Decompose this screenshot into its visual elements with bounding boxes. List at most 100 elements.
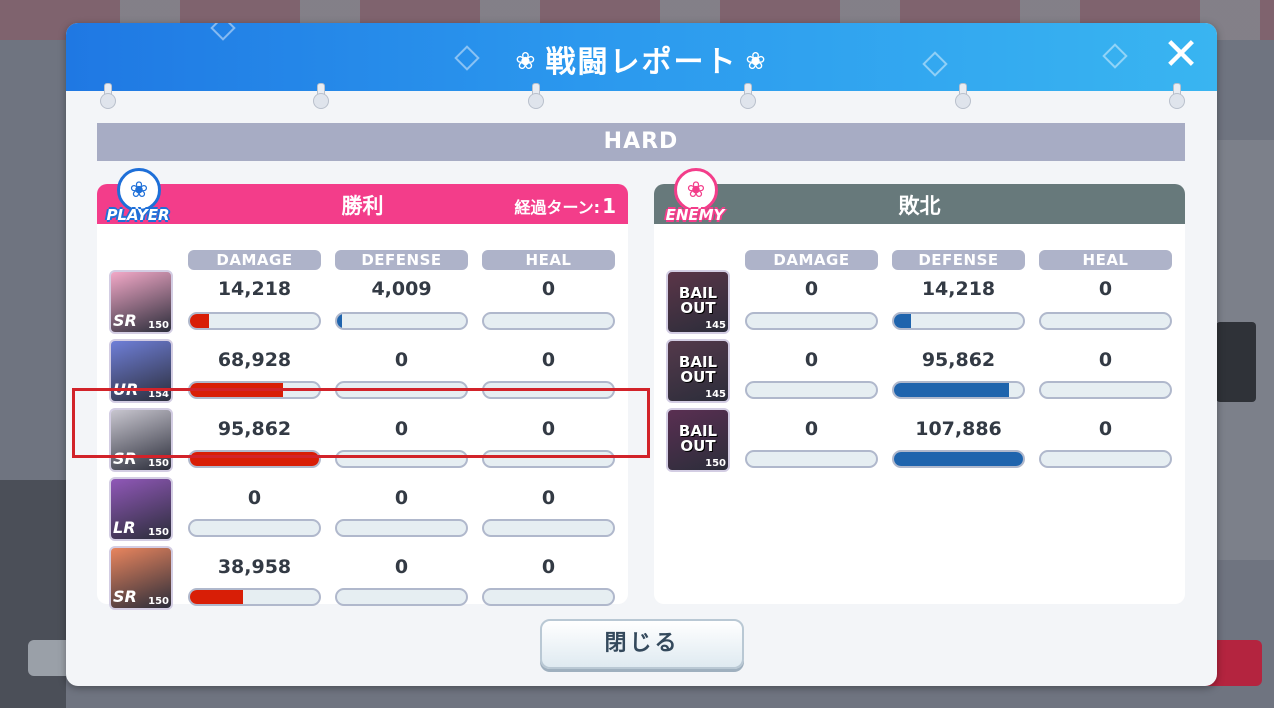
column-header-heal: HEAL xyxy=(1039,250,1172,270)
heal-value: 0 xyxy=(1098,418,1113,440)
heal-value: 0 xyxy=(541,556,556,578)
damage-value: 0 xyxy=(247,487,262,509)
defense-bar-fill xyxy=(337,314,343,328)
rarity-badge: SR xyxy=(113,311,137,330)
damage-value: 0 xyxy=(804,418,819,440)
damage-bar xyxy=(745,381,878,399)
defense-value: 14,218 xyxy=(921,278,996,300)
defense-value: 107,886 xyxy=(915,418,1002,440)
unit-row: SR 150 14,218 4,009 0 xyxy=(97,270,628,336)
damage-bar xyxy=(188,312,321,330)
close-button[interactable]: 閉じる xyxy=(540,619,744,669)
heal-value: 0 xyxy=(541,278,556,300)
damage-value: 38,958 xyxy=(217,556,292,578)
unit-row: SR 150 38,958 0 0 xyxy=(97,546,628,612)
binder-ring xyxy=(313,83,329,109)
wing-icon: ❀ xyxy=(515,47,538,75)
unit-row: LR 150 0 0 0 xyxy=(97,477,628,543)
unit-portrait: LR 150 xyxy=(109,477,173,541)
heal-value: 0 xyxy=(1098,349,1113,371)
column-header-defense: DEFENSE xyxy=(335,250,468,270)
defense-value: 4,009 xyxy=(371,278,432,300)
damage-bar-fill xyxy=(190,590,243,604)
damage-bar xyxy=(188,519,321,537)
enemy-badge-label: ENEMY xyxy=(665,206,725,224)
damage-bar-fill xyxy=(190,314,210,328)
unit-level: 150 xyxy=(148,527,169,538)
battle-report-dialog: ❀ 戦闘レポート ❀ ✕ HARD 勝利 経過ターン: 1 ❀ PLAYER DAMA… xyxy=(66,23,1217,686)
damage-value: 0 xyxy=(804,349,819,371)
unit-portrait: SR 150 xyxy=(109,270,173,334)
rarity-badge: SR xyxy=(113,587,137,606)
defense-value: 0 xyxy=(394,349,409,371)
heal-bar xyxy=(482,588,615,606)
dialog-title: ❀ 戦闘レポート ❀ xyxy=(66,37,1217,81)
defense-bar xyxy=(335,519,468,537)
damage-value: 68,928 xyxy=(217,349,292,371)
enemy-portrait: BAIL OUT 145 xyxy=(666,339,730,403)
enemy-name: BAIL OUT xyxy=(678,353,718,386)
defense-bar xyxy=(892,450,1025,468)
damage-bar xyxy=(188,588,321,606)
defense-bar-fill xyxy=(894,452,1023,466)
damage-bar xyxy=(745,312,878,330)
enemy-badge: ❀ ENEMY xyxy=(650,168,740,234)
binder-ring xyxy=(955,83,971,109)
heal-bar xyxy=(482,312,615,330)
heal-bar xyxy=(1039,381,1172,399)
wing-icon: ❀ xyxy=(745,47,768,75)
difficulty-label: HARD xyxy=(97,123,1185,161)
column-header-damage: DAMAGE xyxy=(745,250,878,270)
unit-level: 150 xyxy=(148,458,169,469)
highlighted-row-outline xyxy=(72,388,650,458)
background-right-button xyxy=(1216,322,1256,402)
unit-portrait: SR 150 xyxy=(109,546,173,610)
unit-row: BAIL OUT 145 0 95,862 0 xyxy=(654,339,1185,405)
defense-bar xyxy=(335,588,468,606)
heal-value: 0 xyxy=(541,349,556,371)
heal-value: 0 xyxy=(1098,278,1113,300)
damage-bar xyxy=(745,450,878,468)
defense-bar xyxy=(892,381,1025,399)
defense-value: 95,862 xyxy=(921,349,996,371)
defense-bar xyxy=(892,312,1025,330)
unit-level: 150 xyxy=(148,320,169,331)
player-badge-label: PLAYER xyxy=(106,206,170,224)
turn-count: 1 xyxy=(602,194,616,218)
enemy-name: BAIL OUT xyxy=(678,422,718,455)
enemy-portrait: BAIL OUT 145 xyxy=(666,270,730,334)
heal-bar xyxy=(1039,450,1172,468)
defense-bar-fill xyxy=(894,314,911,328)
close-icon[interactable]: ✕ xyxy=(1159,33,1203,77)
binder-ring xyxy=(528,83,544,109)
unit-level: 150 xyxy=(705,458,726,469)
unit-level: 145 xyxy=(705,320,726,331)
defense-bar-fill xyxy=(894,383,1009,397)
column-header-damage: DAMAGE xyxy=(188,250,321,270)
binder-ring xyxy=(100,83,116,109)
rarity-badge: LR xyxy=(113,518,136,537)
unit-row: BAIL OUT 145 0 14,218 0 xyxy=(654,270,1185,336)
defense-bar xyxy=(335,312,468,330)
damage-value: 14,218 xyxy=(217,278,292,300)
column-header-heal: HEAL xyxy=(482,250,615,270)
heal-bar xyxy=(482,519,615,537)
turn-label: 経過ターン: xyxy=(514,198,601,217)
column-header-defense: DEFENSE xyxy=(892,250,1025,270)
heal-bar xyxy=(1039,312,1172,330)
turn-counter: 経過ターン: 1 xyxy=(514,194,616,218)
enemy-name: BAIL OUT xyxy=(678,284,718,317)
binder-ring xyxy=(740,83,756,109)
enemy-portrait: BAIL OUT 150 xyxy=(666,408,730,472)
defense-value: 0 xyxy=(394,487,409,509)
dialog-title-text: 戦闘レポート xyxy=(545,45,738,80)
unit-row: BAIL OUT 150 0 107,886 0 xyxy=(654,408,1185,474)
unit-level: 145 xyxy=(705,389,726,400)
heal-value: 0 xyxy=(541,487,556,509)
enemy-panel: 敗北 ❀ ENEMY DAMAGE DEFENSE HEAL BAIL OUT 1… xyxy=(654,168,1185,604)
dialog-header: ❀ 戦闘レポート ❀ ✕ xyxy=(66,23,1217,91)
binder-ring xyxy=(1169,83,1185,109)
defense-value: 0 xyxy=(394,556,409,578)
unit-level: 150 xyxy=(148,596,169,607)
player-badge: ❀ PLAYER xyxy=(93,168,183,234)
